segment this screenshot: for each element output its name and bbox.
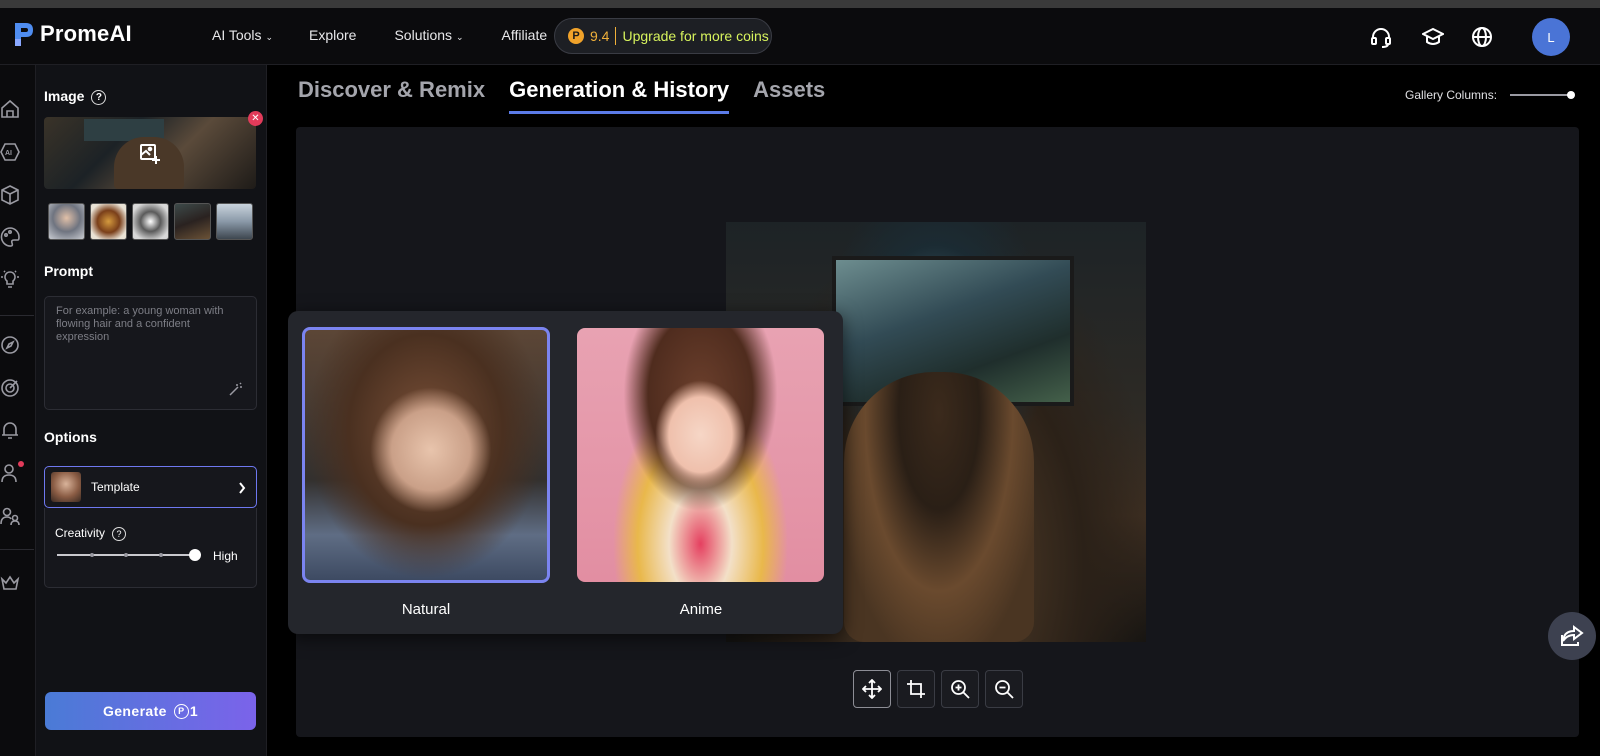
nav-ai-tools[interactable]: AI Tools ⌄ — [212, 27, 273, 43]
zoom-out-icon — [995, 680, 1014, 699]
coin-icon: P — [568, 28, 584, 44]
share-button[interactable] — [1548, 612, 1596, 660]
style-label-anime: Anime — [679, 601, 723, 618]
tab-generation-history[interactable]: Generation & History — [509, 77, 730, 114]
options-section-label: Options — [44, 429, 97, 445]
users-icon[interactable] — [0, 506, 20, 526]
uploaded-image[interactable] — [44, 117, 256, 189]
crop-tool-button[interactable] — [897, 670, 935, 708]
slider-handle[interactable] — [189, 549, 201, 561]
template-label: Template — [91, 480, 140, 494]
canvas-toolbar — [853, 670, 1023, 708]
avatar-letter: L — [1547, 29, 1555, 45]
creativity-label: Creativity? — [55, 526, 127, 541]
lightbulb-icon[interactable] — [0, 269, 20, 289]
graduation-cap-icon[interactable] — [1422, 26, 1444, 48]
sample-thumb-gamer[interactable] — [174, 203, 211, 240]
target-icon[interactable] — [0, 378, 20, 398]
template-thumbnail — [51, 472, 81, 502]
template-style-popup: Natural Anime — [288, 311, 843, 634]
prompt-placeholder: For example: a young woman with flowing … — [56, 305, 224, 343]
crop-icon — [907, 680, 925, 698]
creativity-value: High — [213, 549, 238, 563]
creativity-panel: Creativity? High — [44, 508, 257, 588]
ai-icon[interactable]: AI — [0, 142, 20, 162]
chevron-right-icon — [239, 482, 246, 494]
magic-wand-icon[interactable] — [228, 381, 244, 397]
move-icon — [862, 679, 882, 699]
chevron-down-icon: ⌄ — [455, 32, 464, 42]
sample-thumb-burger[interactable] — [90, 203, 127, 240]
nav-explore[interactable]: Explore — [309, 27, 356, 43]
home-icon[interactable] — [0, 99, 20, 119]
promeai-logo[interactable]: PromeAI — [12, 19, 132, 49]
rail-divider — [0, 549, 34, 550]
style-option-natural[interactable] — [302, 327, 550, 583]
rail-divider — [0, 315, 34, 316]
headset-icon[interactable] — [1370, 26, 1392, 48]
coins-pill[interactable]: P 9.4 Upgrade for more coins — [554, 18, 772, 54]
prompt-textarea[interactable]: For example: a young woman with flowing … — [44, 296, 257, 410]
gallery-columns-slider[interactable] — [1510, 91, 1575, 99]
logo-text: PromeAI — [40, 21, 132, 46]
creativity-slider[interactable] — [57, 549, 201, 561]
main-tabs: Discover & Remix Generation & History As… — [298, 77, 849, 114]
coin-divider — [615, 27, 617, 45]
chevron-down-icon: ⌄ — [265, 32, 273, 42]
coin-balance: 9.4 — [590, 28, 610, 44]
share-icon — [1561, 625, 1584, 646]
nav-affiliate[interactable]: Affiliate — [501, 27, 547, 43]
prompt-section-label: Prompt — [44, 263, 93, 279]
remove-image-button[interactable]: ✕ — [248, 111, 263, 126]
image-person — [844, 372, 1034, 642]
top-header: PromeAI AI Tools ⌄ Explore Solutions ⌄ A… — [0, 8, 1600, 65]
move-tool-button[interactable] — [853, 670, 891, 708]
generate-button[interactable]: Generate P 1 — [45, 692, 256, 730]
cube-icon[interactable] — [0, 185, 20, 205]
help-icon[interactable]: ? — [91, 89, 107, 105]
notification-dot — [18, 461, 24, 467]
crown-icon[interactable] — [0, 573, 20, 593]
globe-icon[interactable] — [1471, 26, 1493, 48]
generate-cost: 1 — [189, 703, 199, 719]
zoom-out-button[interactable] — [985, 670, 1023, 708]
main-nav: AI Tools ⌄ Explore Solutions ⌄ Affiliate — [212, 27, 547, 43]
upgrade-link[interactable]: Upgrade for more coins — [622, 28, 768, 44]
svg-text:AI: AI — [5, 150, 12, 157]
palette-icon[interactable] — [0, 227, 20, 247]
slider-tick — [124, 553, 128, 557]
template-selector[interactable]: Template — [44, 466, 257, 508]
sample-thumb-dog[interactable] — [132, 203, 169, 240]
left-panel: Image? ✕ Prompt For example: a young wom… — [36, 65, 267, 756]
compass-icon[interactable] — [0, 335, 20, 355]
zoom-in-button[interactable] — [941, 670, 979, 708]
style-label-natural: Natural — [401, 601, 451, 618]
window-top-strip — [0, 0, 1600, 8]
gallery-columns-label: Gallery Columns: — [1405, 88, 1498, 102]
user-avatar[interactable]: L — [1532, 18, 1570, 56]
nav-solutions[interactable]: Solutions ⌄ — [394, 27, 463, 43]
slider-tick — [90, 553, 94, 557]
tab-assets[interactable]: Assets — [753, 77, 825, 114]
tab-discover-remix[interactable]: Discover & Remix — [298, 77, 485, 114]
coin-icon: P — [173, 703, 189, 719]
image-section-label: Image? — [44, 88, 107, 105]
promeai-logo-icon — [15, 23, 33, 46]
slider-tick — [159, 553, 163, 557]
sample-thumb-woman[interactable] — [48, 203, 85, 240]
icon-rail: AI — [0, 65, 36, 756]
replace-image-icon[interactable] — [139, 143, 161, 165]
generate-label: Generate — [102, 703, 167, 719]
zoom-in-icon — [951, 680, 970, 699]
style-option-anime[interactable] — [577, 328, 824, 582]
help-icon[interactable]: ? — [112, 526, 127, 541]
sample-thumb-room[interactable] — [216, 203, 253, 240]
bell-icon[interactable] — [0, 420, 20, 440]
user-icon[interactable] — [0, 463, 20, 483]
sample-thumbnails — [48, 203, 253, 240]
